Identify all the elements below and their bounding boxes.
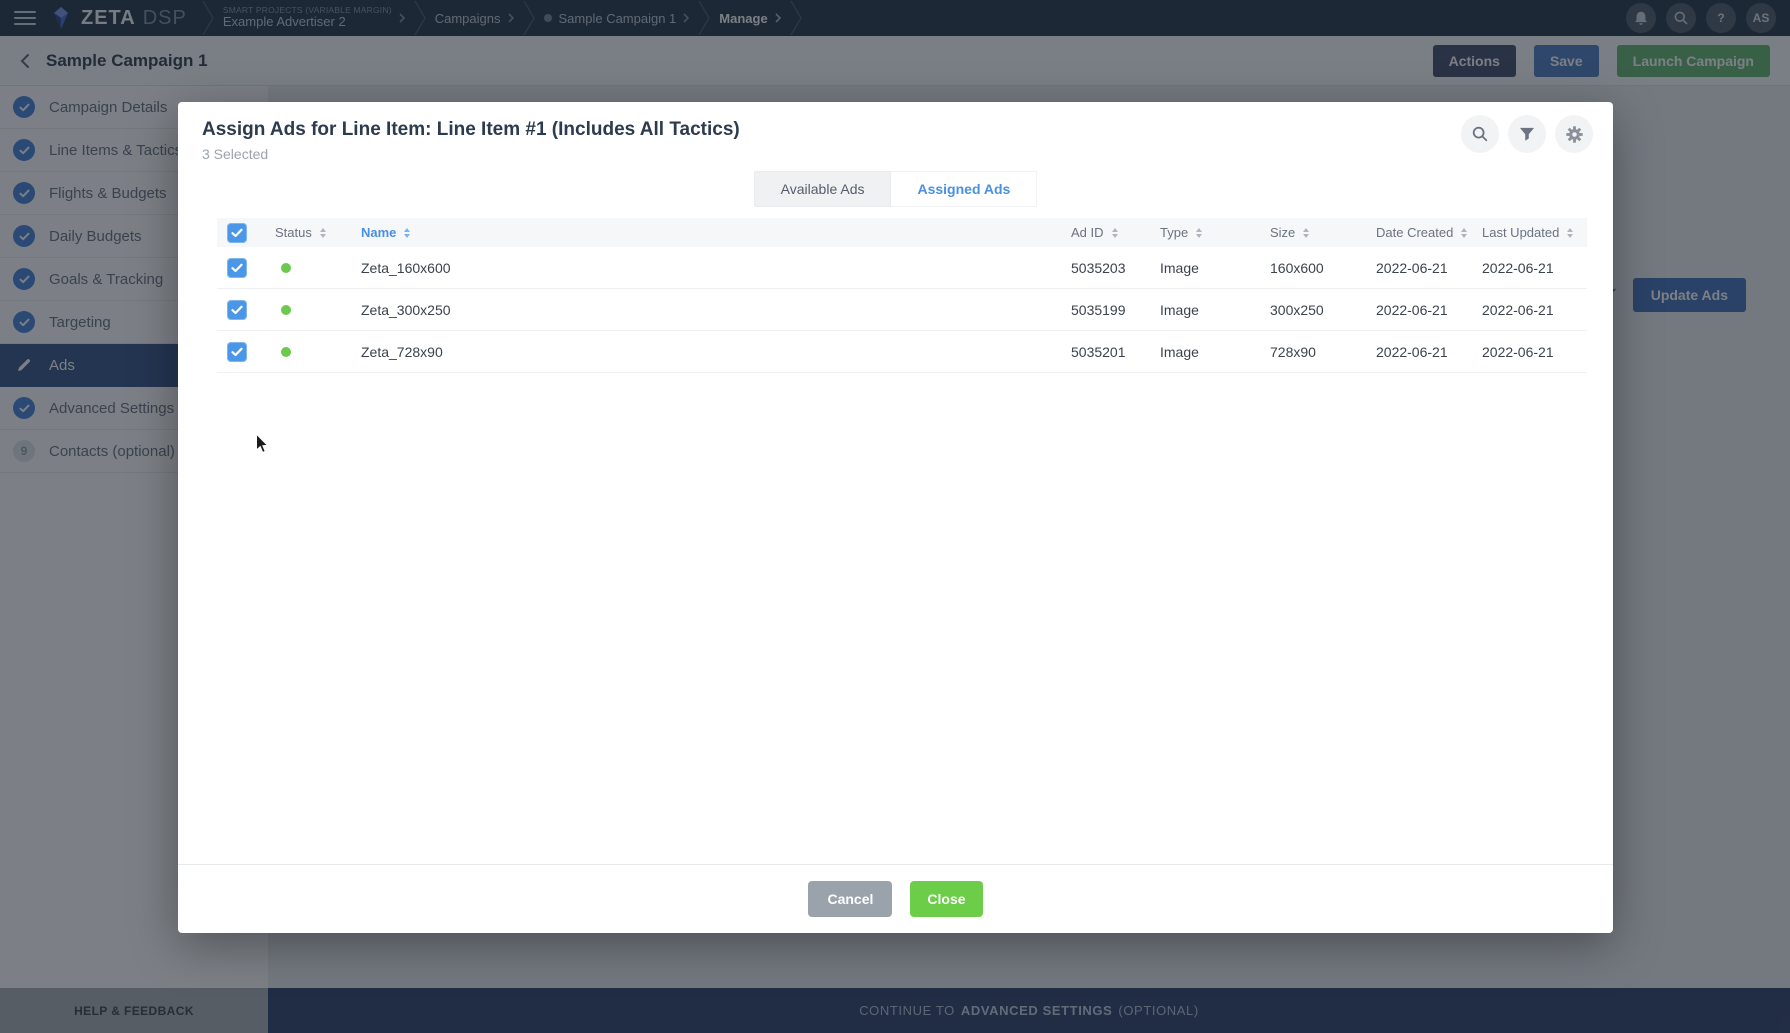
ad-type-cell: Image (1160, 260, 1270, 276)
last-updated-cell: 2022-06-21 (1482, 302, 1587, 318)
column-header-type[interactable]: Type (1160, 225, 1270, 240)
modal-title: Assign Ads for Line Item: Line Item #1 (… (202, 119, 1589, 140)
sort-icon (404, 228, 410, 238)
status-dot (281, 305, 291, 315)
table-row[interactable]: Zeta_300x250 5035199 Image 300x250 2022-… (217, 289, 1587, 331)
date-created-cell: 2022-06-21 (1376, 260, 1482, 276)
modal-toolbar (1461, 115, 1593, 153)
column-header-name[interactable]: Name (361, 225, 1071, 240)
check-icon (231, 263, 243, 273)
ads-table-body: Zeta_160x600 5035203 Image 160x600 2022-… (217, 247, 1587, 373)
column-header-size[interactable]: Size (1270, 225, 1376, 240)
check-icon (231, 305, 243, 315)
row-checkbox[interactable] (227, 258, 247, 278)
modal-tabs: Available Ads Assigned Ads (178, 171, 1613, 207)
status-cell (275, 305, 361, 315)
gear-icon (1565, 125, 1584, 144)
filter-icon (1519, 127, 1535, 142)
cancel-button[interactable]: Cancel (808, 881, 892, 917)
search-icon (1471, 125, 1489, 143)
date-created-cell: 2022-06-21 (1376, 344, 1482, 360)
modal-body-spacer (178, 373, 1613, 864)
ads-table-header: Status Name Ad ID Type Size Date Created… (217, 218, 1587, 247)
close-button[interactable]: Close (910, 881, 982, 917)
status-cell (275, 263, 361, 273)
modal-settings-button[interactable] (1555, 115, 1593, 153)
ad-id-cell: 5035199 (1071, 302, 1160, 318)
modal-filter-button[interactable] (1508, 115, 1546, 153)
status-dot (281, 263, 291, 273)
row-checkbox[interactable] (227, 300, 247, 320)
column-header-last-updated[interactable]: Last Updated (1482, 225, 1587, 240)
table-row[interactable]: Zeta_160x600 5035203 Image 160x600 2022-… (217, 247, 1587, 289)
ad-size-cell: 160x600 (1270, 260, 1376, 276)
ads-table: Status Name Ad ID Type Size Date Created… (217, 218, 1587, 373)
modal-header: Assign Ads for Line Item: Line Item #1 (… (178, 102, 1613, 162)
status-dot (281, 347, 291, 357)
ad-size-cell: 300x250 (1270, 302, 1376, 318)
last-updated-cell: 2022-06-21 (1482, 260, 1587, 276)
ad-size-cell: 728x90 (1270, 344, 1376, 360)
modal-search-button[interactable] (1461, 115, 1499, 153)
sort-icon (320, 228, 326, 238)
ad-id-cell: 5035203 (1071, 260, 1160, 276)
sort-icon (1461, 228, 1467, 238)
ad-name-cell: Zeta_160x600 (361, 260, 1071, 276)
sort-icon (1567, 228, 1573, 238)
tab-assigned-ads[interactable]: Assigned Ads (891, 171, 1037, 207)
ad-name-cell: Zeta_300x250 (361, 302, 1071, 318)
column-header-ad-id[interactable]: Ad ID (1071, 225, 1160, 240)
ad-id-cell: 5035201 (1071, 344, 1160, 360)
modal-footer: Cancel Close (178, 864, 1613, 933)
ad-type-cell: Image (1160, 302, 1270, 318)
status-cell (275, 347, 361, 357)
sort-icon (1303, 228, 1309, 238)
column-header-status[interactable]: Status (275, 225, 361, 240)
ad-type-cell: Image (1160, 344, 1270, 360)
ad-name-cell: Zeta_728x90 (361, 344, 1071, 360)
check-icon (231, 347, 243, 357)
column-header-date-created[interactable]: Date Created (1376, 225, 1482, 240)
tab-available-ads[interactable]: Available Ads (754, 171, 892, 207)
last-updated-cell: 2022-06-21 (1482, 344, 1587, 360)
sort-icon (1112, 228, 1118, 238)
check-icon (231, 228, 243, 238)
sort-icon (1196, 228, 1202, 238)
selected-count: 3 Selected (202, 146, 1589, 162)
select-all-checkbox[interactable] (227, 223, 247, 243)
assign-ads-modal: Assign Ads for Line Item: Line Item #1 (… (178, 102, 1613, 933)
table-row[interactable]: Zeta_728x90 5035201 Image 728x90 2022-06… (217, 331, 1587, 373)
date-created-cell: 2022-06-21 (1376, 302, 1482, 318)
row-checkbox[interactable] (227, 342, 247, 362)
